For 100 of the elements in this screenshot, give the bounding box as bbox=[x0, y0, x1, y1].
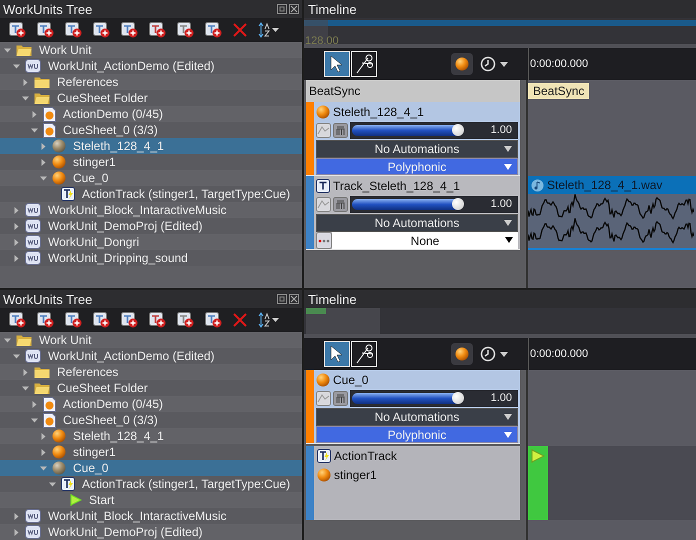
meter-icon[interactable] bbox=[333, 196, 348, 212]
mode-dropdown[interactable]: Polyphonic bbox=[316, 158, 518, 175]
expand-arrow-icon[interactable] bbox=[13, 528, 20, 536]
tree-item[interactable]: CueSheet Folder bbox=[0, 90, 302, 106]
add-item-icon[interactable] bbox=[9, 312, 26, 328]
collapse-arrow-icon[interactable] bbox=[22, 384, 29, 392]
add-item-icon[interactable] bbox=[177, 22, 194, 38]
expand-arrow-icon[interactable] bbox=[13, 222, 20, 230]
dock-icon[interactable] bbox=[277, 294, 287, 304]
tree-item[interactable]: WorkUnit_ActionDemo (Edited) bbox=[0, 58, 302, 74]
slider-thumb[interactable] bbox=[452, 124, 464, 136]
collapse-arrow-icon[interactable] bbox=[31, 126, 38, 134]
collapse-arrow-icon[interactable] bbox=[22, 94, 29, 102]
add-item-icon[interactable] bbox=[149, 22, 166, 38]
automation-dropdown[interactable]: No Automations bbox=[316, 214, 518, 232]
add-item-icon[interactable] bbox=[121, 22, 138, 38]
add-item-icon[interactable] bbox=[93, 312, 110, 328]
preview-button[interactable] bbox=[451, 343, 473, 365]
add-item-icon[interactable] bbox=[65, 312, 82, 328]
sort-icon[interactable] bbox=[258, 312, 280, 328]
expand-arrow-icon[interactable] bbox=[13, 254, 20, 262]
collapse-arrow-icon[interactable] bbox=[31, 416, 38, 424]
expand-arrow-icon[interactable] bbox=[40, 142, 47, 150]
pointer-icon bbox=[330, 345, 344, 363]
add-item-icon[interactable] bbox=[205, 22, 222, 38]
scissors-tool-button[interactable] bbox=[351, 341, 377, 367]
expand-arrow-icon[interactable] bbox=[13, 206, 20, 214]
pointer-tool-button[interactable] bbox=[324, 341, 350, 367]
clock-icon[interactable] bbox=[480, 346, 496, 362]
expand-arrow-icon[interactable] bbox=[40, 432, 47, 440]
tree-item[interactable]: stinger1 bbox=[0, 154, 302, 170]
expand-arrow-icon[interactable] bbox=[40, 448, 47, 456]
tree-item[interactable]: Steleth_128_4_1 bbox=[0, 138, 302, 154]
add-item-icon[interactable] bbox=[93, 22, 110, 38]
collapse-arrow-icon[interactable] bbox=[4, 336, 11, 344]
tree-item[interactable]: CueSheet Folder bbox=[0, 380, 302, 396]
audio-clip-header[interactable]: Steleth_128_4_1.wav bbox=[528, 176, 696, 194]
add-item-icon[interactable] bbox=[65, 22, 82, 38]
scissors-tool-button[interactable] bbox=[351, 51, 377, 77]
add-item-icon[interactable] bbox=[149, 312, 166, 328]
tree-item[interactable]: stinger1 bbox=[0, 444, 302, 460]
tree-item[interactable]: CueSheet_0 (3/3) bbox=[0, 122, 302, 138]
add-item-icon[interactable] bbox=[177, 312, 194, 328]
add-item-icon[interactable] bbox=[9, 22, 26, 38]
pointer-tool-button[interactable] bbox=[324, 51, 350, 77]
tree-item-label: CueSheet_0 (3/3) bbox=[63, 414, 158, 426]
collapse-arrow-icon[interactable] bbox=[49, 480, 56, 488]
tree-item[interactable]: WorkUnit_ActionDemo (Edited) bbox=[0, 348, 302, 364]
add-item-icon[interactable] bbox=[121, 312, 138, 328]
expand-arrow-icon[interactable] bbox=[22, 78, 29, 86]
preview-button[interactable] bbox=[451, 53, 473, 75]
slider-thumb[interactable] bbox=[452, 392, 464, 404]
lightning-box-icon bbox=[61, 187, 75, 201]
close-icon[interactable] bbox=[289, 4, 299, 14]
tree-item[interactable]: ActionTrack (stinger1, TargetType:Cue) bbox=[0, 186, 302, 202]
dots-icon[interactable] bbox=[316, 232, 332, 249]
ball-icon bbox=[52, 445, 66, 459]
clock-icon[interactable] bbox=[480, 56, 496, 72]
ball-icon bbox=[52, 171, 66, 185]
meter-icon[interactable] bbox=[333, 390, 348, 406]
tree-item[interactable]: WorkUnit_Dripping_sound bbox=[0, 250, 302, 266]
time-reading: 0:00:00.000 bbox=[530, 58, 588, 70]
collapse-arrow-icon[interactable] bbox=[40, 174, 47, 182]
tree-item[interactable]: Cue_0 bbox=[0, 460, 302, 476]
expand-arrow-icon[interactable] bbox=[13, 238, 20, 246]
close-icon[interactable] bbox=[289, 294, 299, 304]
volume-slider[interactable]: 1.00 bbox=[350, 390, 518, 406]
slider-thumb[interactable] bbox=[452, 198, 464, 210]
automation-dropdown[interactable]: No Automations bbox=[316, 140, 518, 158]
tree-item[interactable]: CueSheet_0 (3/3) bbox=[0, 412, 302, 428]
automation-dropdown[interactable]: No Automations bbox=[316, 408, 518, 426]
caret-icon[interactable] bbox=[500, 62, 508, 66]
expand-arrow-icon[interactable] bbox=[40, 158, 47, 166]
add-item-icon[interactable] bbox=[37, 312, 54, 328]
add-item-icon[interactable] bbox=[205, 312, 222, 328]
add-item-icon[interactable] bbox=[37, 22, 54, 38]
action-marker-block[interactable] bbox=[528, 446, 548, 520]
volume-slider[interactable]: 1.00 bbox=[350, 122, 518, 138]
collapse-arrow-icon[interactable] bbox=[13, 352, 20, 360]
tree-item[interactable]: WorkUnit_Block_IntaractiveMusic bbox=[0, 508, 302, 524]
delete-icon[interactable] bbox=[233, 23, 247, 37]
delete-icon[interactable] bbox=[233, 313, 247, 327]
tree-item[interactable]: ActionTrack (stinger1, TargetType:Cue) bbox=[0, 476, 302, 492]
caret-icon[interactable] bbox=[500, 352, 508, 356]
output-dropdown[interactable]: None bbox=[332, 232, 518, 249]
collapse-arrow-icon[interactable] bbox=[13, 62, 20, 70]
dock-icon[interactable] bbox=[277, 4, 287, 14]
meter-icon[interactable] bbox=[333, 122, 348, 138]
expand-arrow-icon[interactable] bbox=[31, 110, 38, 118]
mode-dropdown[interactable]: Polyphonic bbox=[316, 426, 518, 443]
expand-arrow-icon[interactable] bbox=[13, 512, 20, 520]
sort-icon[interactable] bbox=[258, 22, 280, 38]
expand-arrow-icon[interactable] bbox=[22, 368, 29, 376]
collapse-arrow-icon[interactable] bbox=[4, 46, 11, 54]
collapse-arrow-icon[interactable] bbox=[40, 464, 47, 472]
tree-item[interactable]: WorkUnit_DemoProj (Edited) bbox=[0, 218, 302, 234]
flag-icon bbox=[531, 449, 545, 463]
volume-slider[interactable]: 1.00 bbox=[350, 196, 518, 212]
folder-icon bbox=[16, 334, 32, 346]
expand-arrow-icon[interactable] bbox=[31, 400, 38, 408]
